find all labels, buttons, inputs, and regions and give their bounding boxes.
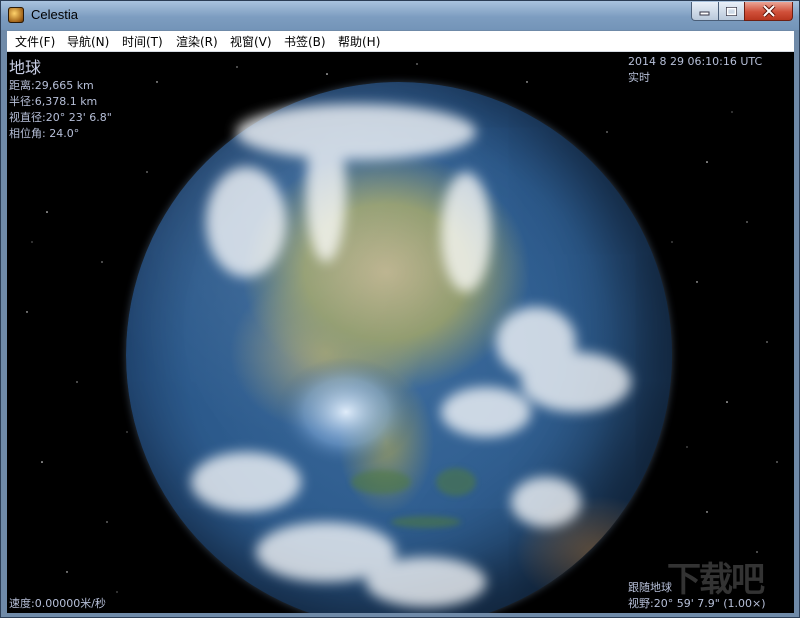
- celestia-window: Celestia 文件(F) 导航(N) 时间(T) 渲染(R) 视窗(V) 书…: [0, 0, 800, 618]
- object-name: 地球: [9, 58, 42, 77]
- menu-bar: 文件(F) 导航(N) 时间(T) 渲染(R) 视窗(V) 书签(B) 帮助(H…: [7, 31, 794, 52]
- close-button[interactable]: [744, 2, 793, 21]
- close-icon: [762, 5, 775, 17]
- minimize-icon: [699, 11, 710, 16]
- radius-readout: 半径:6,378.1 km: [9, 95, 98, 108]
- menu-time[interactable]: 时间(T): [122, 33, 163, 50]
- datetime-readout: 2014 8 29 06:10:16 UTC: [628, 55, 763, 68]
- window-bottom-border: [1, 613, 799, 617]
- object-info: 地球 距离:29,665 km 半径:6,378.1 km 视直径:20° 23…: [9, 58, 112, 142]
- menu-navigate[interactable]: 导航(N): [67, 33, 109, 50]
- menu-file[interactable]: 文件(F): [15, 33, 55, 50]
- phase-angle-readout: 相位角: 24.0°: [9, 127, 80, 140]
- menu-bookmarks[interactable]: 书签(B): [284, 33, 326, 50]
- speed-readout: 速度:0.00000米/秒: [9, 597, 106, 610]
- minimize-button[interactable]: [691, 2, 719, 21]
- 3d-viewport[interactable]: 地球 距离:29,665 km 半径:6,378.1 km 视直径:20° 23…: [7, 52, 794, 613]
- maximize-button[interactable]: [718, 2, 745, 21]
- maximize-icon: [726, 6, 737, 16]
- time-mode-readout: 实时: [628, 71, 650, 84]
- distance-readout: 距离:29,665 km: [9, 79, 94, 92]
- celestia-icon[interactable]: [8, 7, 24, 23]
- speed-info: 速度:0.00000米/秒: [9, 596, 106, 612]
- time-info: 2014 8 29 06:10:16 UTC 实时: [628, 54, 762, 86]
- menu-view[interactable]: 视窗(V): [230, 33, 272, 50]
- earth-globe[interactable]: [126, 82, 672, 613]
- cloud-layer: [191, 104, 631, 607]
- watermark: 下载吧: [667, 560, 765, 600]
- apparent-diameter-readout: 视直径:20° 23' 6.8": [9, 111, 112, 124]
- menu-render[interactable]: 渲染(R): [176, 33, 218, 50]
- title-bar[interactable]: Celestia: [1, 1, 799, 30]
- window-title: Celestia: [31, 7, 78, 22]
- menu-help[interactable]: 帮助(H): [338, 33, 380, 50]
